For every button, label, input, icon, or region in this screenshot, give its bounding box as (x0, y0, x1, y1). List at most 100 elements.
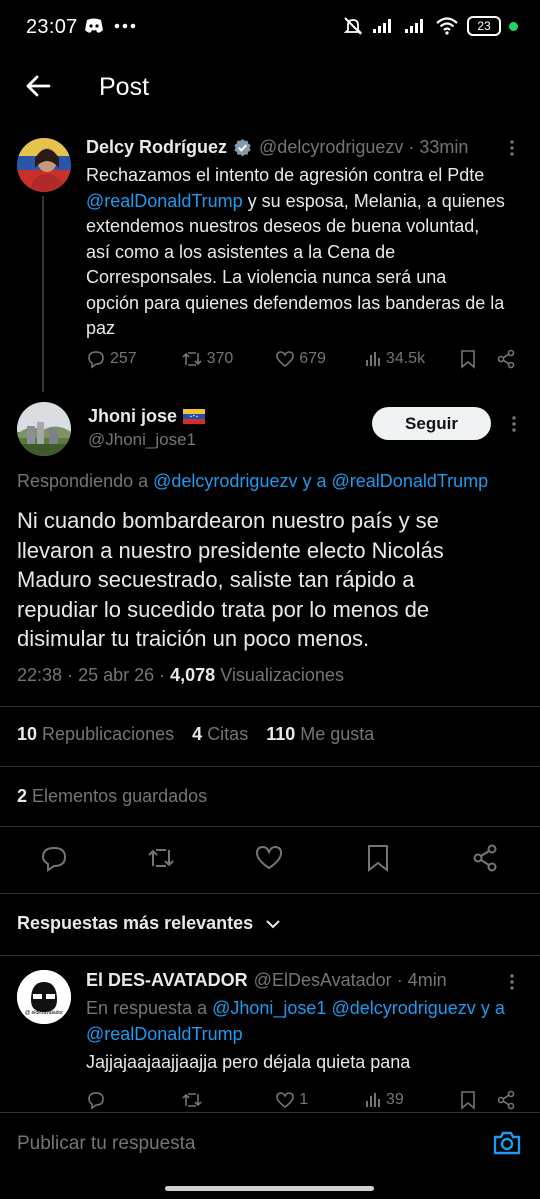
battery-indicator: 23 (467, 16, 501, 36)
reply-icon (86, 349, 106, 369)
author-handle[interactable]: @delcyrodriguezv (259, 137, 403, 158)
privacy-dot (509, 21, 518, 31)
top-bar: Post (0, 56, 540, 118)
avatar-desavatador[interactable]: @ eldesavatador (17, 970, 71, 1024)
reply-button[interactable]: 257 (86, 349, 181, 369)
heart-icon (275, 1090, 295, 1110)
heart-icon[interactable] (255, 844, 283, 872)
page-title: Post (99, 73, 150, 101)
status-time: 23:07 (26, 16, 78, 38)
likes-count: 110 (266, 724, 296, 744)
reply-composer[interactable]: Publicar tu respuesta (0, 1112, 540, 1176)
quotes-stat[interactable]: 4 Citas (192, 724, 248, 744)
share-button[interactable] (496, 1090, 516, 1110)
parent-tweet-text: Rechazamos el intento de agresión contra… (86, 163, 531, 342)
more-options-icon[interactable] (500, 970, 524, 994)
reply-input[interactable]: Publicar tu respuesta (17, 1133, 196, 1155)
like-button[interactable]: 1 (275, 1090, 364, 1110)
camera-icon[interactable] (492, 1130, 522, 1156)
replying-prefix: Respondiendo a (17, 471, 149, 491)
retweet-button[interactable] (181, 1090, 276, 1110)
views-count: 4,078 (170, 665, 216, 685)
reply-icon (86, 1090, 106, 1110)
reply-author-row: El DES-AVATADOR @ElDesAvatador · 4min (86, 970, 447, 991)
mention-link[interactable]: @realDonaldTrump (332, 471, 489, 491)
avatar-jhoni[interactable] (17, 402, 71, 456)
in-reply-and: y a (480, 998, 505, 1018)
signal-icon-2 (403, 17, 427, 35)
sort-label: Respuestas más relevantes (17, 913, 254, 933)
engagement-stats: 10 Republicaciones 4 Citas 110 Me gusta (17, 724, 374, 745)
reply-button[interactable] (86, 1090, 181, 1110)
author-name[interactable]: Jhoni jose (88, 406, 177, 427)
parent-author-row: Delcy Rodríguez @delcyrodriguezv · 33min (86, 137, 468, 158)
text-line: Ni cuando bombardearon nuestro país y se (17, 508, 439, 533)
mention-link[interactable]: @Jhoni_jose1 (212, 998, 326, 1018)
reply-icon[interactable] (40, 844, 68, 872)
divider (0, 955, 540, 956)
chevron-down-icon (265, 919, 281, 929)
text-line: Rechazamos el intento de agresión contra… (86, 165, 485, 185)
main-actions (0, 840, 540, 876)
home-indicator[interactable] (165, 1186, 374, 1191)
more-notifications-icon (114, 23, 136, 29)
sort-selector[interactable]: Respuestas más relevantes (17, 913, 281, 934)
reposts-count: 10 (17, 724, 38, 744)
venezuela-flag-icon (183, 409, 206, 424)
mention-link[interactable]: @delcyrodriguezv (331, 998, 475, 1018)
author-name[interactable]: El DES-AVATADOR (86, 970, 248, 991)
text-line: opción para quienes defendemos las bande… (86, 292, 505, 313)
views-button[interactable]: 34.5k (364, 350, 459, 368)
bookmarks-count: 2 (17, 786, 28, 806)
more-options-icon[interactable] (500, 136, 524, 160)
bookmarks-stat[interactable]: 2 Elementos guardados (17, 786, 207, 807)
views-icon (364, 350, 382, 368)
reposts-stat[interactable]: 10 Republicaciones (17, 724, 174, 744)
reposts-label: Republicaciones (42, 724, 175, 744)
divider (0, 893, 540, 894)
main-author-row: Jhoni jose (88, 406, 206, 427)
tweet-meta: 22:38 · 25 abr 26 · 4,078 Visualizacione… (17, 665, 344, 685)
bookmark-icon[interactable] (366, 844, 390, 872)
text-line: disimular tu traición un poco menos. (17, 626, 370, 651)
retweet-button[interactable]: 370 (181, 349, 276, 369)
back-arrow-icon[interactable] (24, 72, 52, 100)
replying-to: Respondiendo a @delcyrodriguezv y a @rea… (17, 471, 488, 492)
avatar-delcy[interactable] (17, 138, 71, 192)
author-handle[interactable]: @Jhoni_jose1 (88, 430, 196, 450)
share-icon[interactable] (471, 844, 499, 872)
mention-link[interactable]: @delcyrodriguezv (153, 471, 297, 491)
more-options-icon[interactable] (502, 412, 526, 436)
muted-bell-icon (343, 16, 363, 36)
views-icon (364, 1091, 382, 1109)
tweet-time: · 4min (396, 970, 447, 990)
heart-icon (275, 349, 295, 369)
bookmarks-label: Elementos guardados (32, 786, 208, 806)
mention-link[interactable]: @realDonaldTrump (86, 1024, 243, 1044)
text-line: así como a los asistentes a la Cena de (86, 241, 396, 262)
bookmark-button[interactable] (459, 349, 496, 369)
divider (0, 706, 540, 707)
tweet-date: 25 abr 26 (78, 665, 155, 685)
bookmark-button[interactable] (459, 1090, 496, 1110)
share-button[interactable] (496, 349, 516, 369)
main-tweet-text: Ni cuando bombardearon nuestro país y se… (17, 506, 522, 654)
views-button[interactable]: 39 (364, 1091, 459, 1109)
signal-icon-1 (371, 17, 395, 35)
like-button[interactable]: 679 (275, 349, 364, 369)
divider (0, 826, 540, 827)
likes-stat[interactable]: 110 Me gusta (266, 724, 374, 744)
text-line: Corresponsales. La violencia nunca será … (86, 267, 447, 287)
text-line: llevaron a nuestro presidente electo Nic… (17, 537, 444, 563)
follow-button[interactable]: Seguir (372, 407, 491, 440)
parent-actions: 257 370 679 34.5k (86, 349, 516, 369)
mention-link[interactable]: @realDonaldTrump (86, 191, 243, 211)
views-count: 39 (385, 1091, 404, 1108)
discord-icon (84, 18, 104, 34)
likes-label: Me gusta (300, 724, 375, 744)
retweet-count: 370 (206, 350, 234, 367)
author-handle[interactable]: @ElDesAvatador (254, 970, 392, 991)
retweet-icon[interactable] (146, 844, 176, 872)
author-name[interactable]: Delcy Rodríguez (86, 137, 227, 158)
thread-line (42, 196, 44, 392)
